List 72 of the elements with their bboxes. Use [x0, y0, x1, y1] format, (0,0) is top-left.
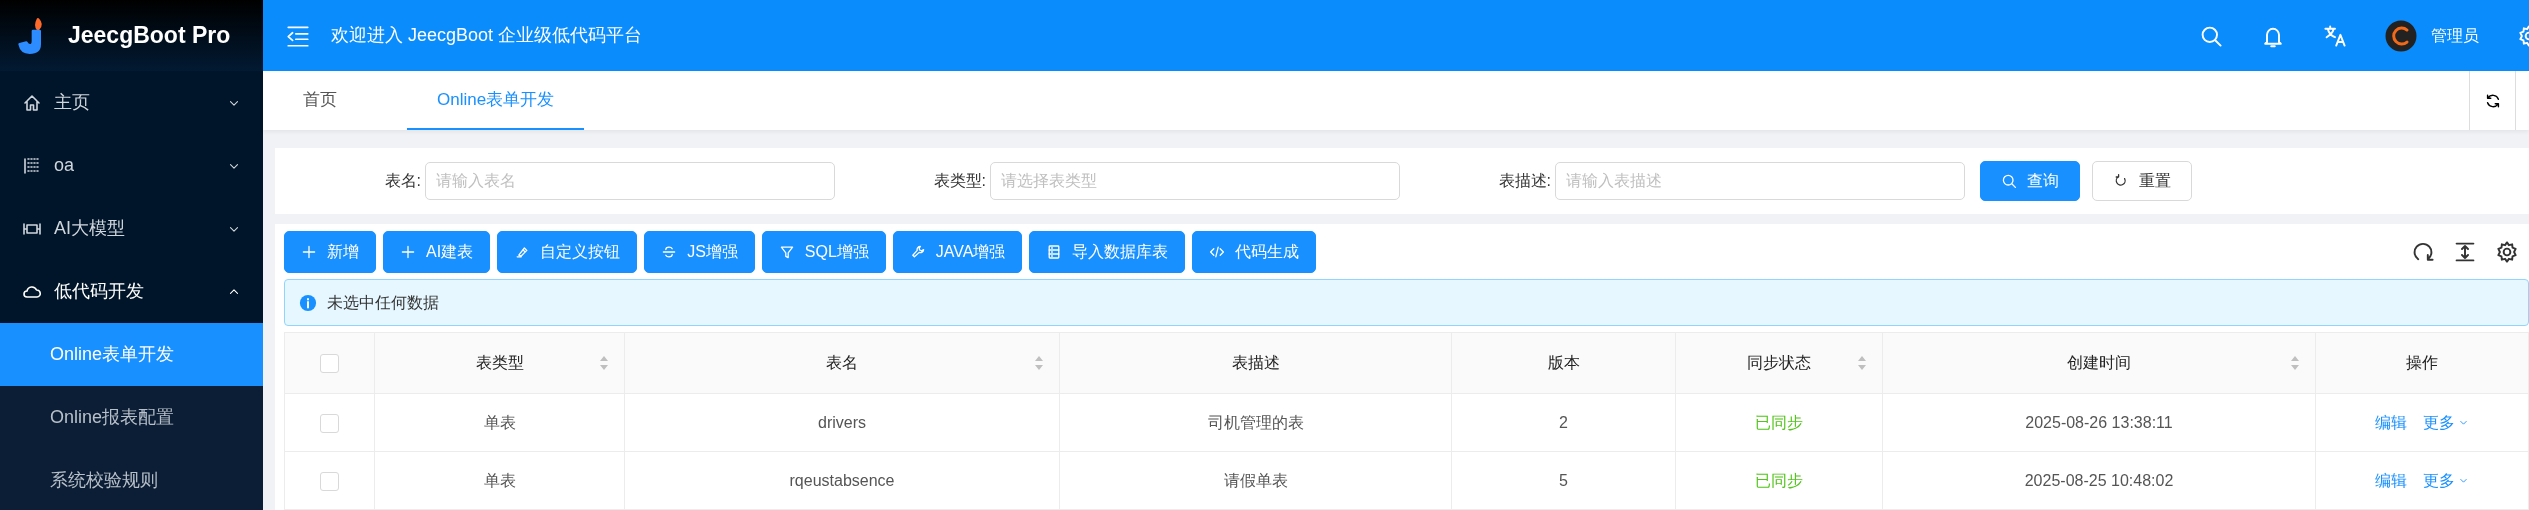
input-field[interactable]: 请输入表名	[425, 162, 835, 200]
field-label: 表描述:	[1497, 171, 1552, 191]
sidebar-subitem[interactable]: Online表单开发	[0, 323, 263, 386]
table-cell: 5	[1559, 471, 1568, 489]
toolbar-button[interactable]: 导入数据库表	[1029, 231, 1186, 273]
edit-link[interactable]: 编辑	[2375, 468, 2407, 493]
user-name[interactable]: 管理员	[2431, 23, 2479, 48]
app-title: JeecgBoot Pro	[68, 21, 231, 51]
column-header: 操作	[2406, 354, 2438, 371]
home-icon	[22, 92, 42, 113]
sidebar-subitem[interactable]: 系统校验规则	[0, 449, 263, 510]
plus-icon	[301, 244, 317, 260]
checkbox[interactable]	[320, 354, 339, 374]
field-label: 表名:	[383, 171, 422, 191]
wrench-icon	[909, 244, 926, 260]
toolbar-button[interactable]: AI建表	[383, 231, 491, 273]
table-cell: 司机管理的表	[1207, 413, 1304, 431]
column-header: 创建时间	[2067, 354, 2131, 371]
toolbar-button[interactable]: JS增强	[644, 231, 755, 273]
column-header: 表类型	[475, 354, 524, 371]
field-label: 表类型:	[932, 171, 987, 191]
strikethrough-icon	[661, 244, 678, 260]
toolbar-button[interactable]: SQL增强	[761, 231, 886, 273]
table-cell: 单表	[483, 471, 516, 489]
sidebar-item[interactable]: oa	[0, 134, 263, 197]
checkbox[interactable]	[320, 471, 339, 491]
info-icon	[299, 293, 317, 312]
table-cell: 2	[1559, 413, 1568, 431]
more-link[interactable]: 更多	[2423, 468, 2469, 493]
reset-icon	[2113, 173, 2129, 189]
checkbox[interactable]	[320, 413, 339, 433]
column-header: 表描述	[1231, 354, 1280, 371]
settings-icon[interactable]	[2495, 240, 2519, 264]
column-header: 版本	[1547, 354, 1580, 371]
translate-icon[interactable]	[2323, 23, 2347, 48]
plus-icon	[400, 244, 416, 260]
query-button[interactable]: 查询	[1980, 161, 2080, 201]
welcome-text: 欢迎进入 JeecgBoot 企业级低代码平台	[331, 24, 644, 47]
column-header: 同步状态	[1747, 354, 1811, 371]
avatar[interactable]	[2385, 19, 2417, 52]
sidebar-item[interactable]: 低代码开发	[0, 260, 263, 323]
table-cell: drivers	[818, 413, 866, 431]
toolbar-button[interactable]: JAVA增强	[892, 231, 1023, 273]
toolbar-button[interactable]: 自定义按钮	[497, 231, 638, 273]
search-icon	[2001, 173, 2017, 189]
edit-link[interactable]: 编辑	[2375, 410, 2407, 435]
grid-icon	[22, 155, 42, 176]
sidebar-item[interactable]: 主页	[0, 71, 263, 134]
table-cell: rqeustabsence	[789, 471, 895, 489]
status-text: 已同步	[1755, 471, 1803, 489]
table-cell: 2025-08-26 13:38:11	[2025, 413, 2173, 431]
sidebar-item[interactable]: AI大模型	[0, 197, 263, 260]
column-header: 表名	[826, 354, 858, 371]
input-field[interactable]: 请选择表类型	[990, 162, 1400, 200]
reload-icon[interactable]	[2411, 240, 2435, 264]
sidebar-subitem[interactable]: Online报表配置	[0, 386, 263, 449]
toolbar-button[interactable]: 代码生成	[1192, 231, 1317, 273]
code-icon	[1209, 244, 1226, 260]
table-cell: 请假单表	[1223, 471, 1288, 489]
input-field[interactable]: 请输入表描述	[1555, 162, 1965, 200]
status-text: 已同步	[1755, 413, 1803, 431]
funnel-icon	[778, 244, 795, 260]
reset-button[interactable]: 重置	[2092, 161, 2192, 201]
table-cell: 2025-08-25 10:48:02	[2024, 471, 2174, 489]
tab[interactable]: Online表单开发	[407, 71, 585, 130]
column-height-icon[interactable]	[2453, 240, 2477, 264]
more-link[interactable]: 更多	[2423, 410, 2469, 435]
tab[interactable]: 首页	[273, 71, 367, 130]
alert-text: 未选中任何数据	[327, 292, 439, 313]
toolbar-button[interactable]: 新增	[284, 231, 376, 273]
refresh-button[interactable]	[2469, 71, 2515, 130]
table-cell: 单表	[483, 413, 516, 431]
